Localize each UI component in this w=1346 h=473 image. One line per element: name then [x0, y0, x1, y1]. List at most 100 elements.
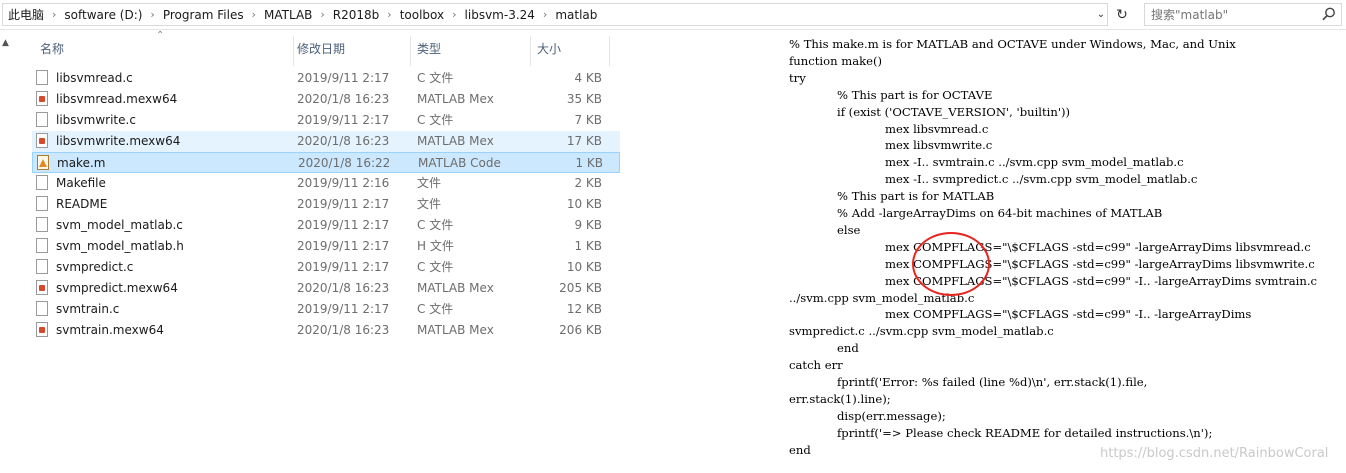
- file-name: libsvmwrite.c: [56, 113, 136, 127]
- code-line: svmpredict.c ../svm.cpp svm_model_matlab…: [789, 324, 1054, 339]
- file-type: C 文件: [417, 71, 454, 85]
- file-size: 1 KB: [575, 156, 603, 170]
- file-size: 2 KB: [574, 176, 602, 190]
- watermark: https://blog.csdn.net/RainbowCoral: [1100, 446, 1329, 461]
- file-row[interactable]: Makefile 2019/9/11 2:16 文件 2 KB: [32, 173, 620, 194]
- c-file-icon: [36, 259, 48, 274]
- file-row[interactable]: libsvmwrite.c 2019/9/11 2:17 C 文件 7 KB: [32, 110, 620, 131]
- file-row[interactable]: svmpredict.c 2019/9/11 2:17 C 文件 10 KB: [32, 257, 620, 278]
- breadcrumb-item[interactable]: Program Files: [158, 8, 249, 22]
- c-file-icon: [36, 301, 48, 316]
- file-name: Makefile: [56, 176, 106, 190]
- file-date: 2019/9/11 2:17: [297, 239, 390, 253]
- scroll-up-arrow-icon[interactable]: ▲: [2, 38, 9, 48]
- file-row[interactable]: README 2019/9/11 2:17 文件 10 KB: [32, 194, 620, 215]
- code-text: % This make.m is for MATLAB and OCTAVE u…: [789, 36, 1346, 473]
- search-box[interactable]: [1144, 3, 1342, 26]
- navigation-pane-scrollbar[interactable]: ▲: [0, 30, 14, 473]
- file-date: 2020/1/8 16:22: [298, 156, 391, 170]
- code-line: mex -I.. svmpredict.c ../svm.cpp svm_mod…: [885, 172, 1198, 187]
- file-size: 10 KB: [566, 260, 602, 274]
- code-line: disp(err.message);: [837, 408, 946, 423]
- file-row[interactable]: svm_model_matlab.c 2019/9/11 2:17 C 文件 9 KB: [32, 215, 620, 236]
- address-bar: 此电脑 › software (D:) › Program Files › MATLAB › R…: [0, 0, 1346, 30]
- file-date: 2019/9/11 2:16: [297, 176, 390, 190]
- code-line: mex libsvmwrite.c: [885, 138, 993, 153]
- file-icon: [36, 175, 48, 190]
- file-size: 7 KB: [574, 113, 602, 127]
- file-size: 205 KB: [559, 281, 602, 295]
- breadcrumb-item[interactable]: matlab: [550, 8, 602, 22]
- file-size: 35 KB: [566, 92, 602, 106]
- file-name: libsvmread.mexw64: [56, 92, 178, 106]
- chevron-right-icon[interactable]: ›: [49, 8, 59, 21]
- file-row[interactable]: libsvmwrite.mexw64 2020/1/8 16:23 MATLAB M…: [32, 131, 620, 152]
- file-date: 2020/1/8 16:23: [297, 323, 390, 337]
- file-type: 文件: [417, 176, 442, 190]
- search-input[interactable]: [1145, 4, 1321, 25]
- chevron-down-icon[interactable]: ⌄: [1093, 4, 1109, 25]
- file-type: 文件: [417, 197, 442, 211]
- file-row[interactable]: make.m 2020/1/8 16:22 MATLAB Code 1 KB: [32, 152, 620, 173]
- chevron-right-icon[interactable]: ›: [249, 8, 259, 21]
- search-icon[interactable]: [1321, 6, 1337, 22]
- file-name: svmpredict.mexw64: [56, 281, 178, 295]
- file-type: H 文件: [417, 239, 454, 253]
- code-line: end: [837, 341, 859, 356]
- file-list: ⌃ 名称 修改日期 类型 大小 libsvmread.c 2019/9/11 2:…: [14, 30, 620, 473]
- code-line: mex COMPFLAGS="\$CFLAGS -std=c99" -I.. -…: [885, 307, 1252, 322]
- breadcrumb-item[interactable]: MATLAB: [259, 8, 317, 22]
- breadcrumb-item[interactable]: libsvm-3.24: [460, 8, 540, 22]
- file-date: 2020/1/8 16:23: [297, 281, 390, 295]
- file-size: 1 KB: [574, 239, 602, 253]
- code-line: err.stack(1).line);: [789, 391, 891, 406]
- file-date: 2019/9/11 2:17: [297, 260, 390, 274]
- code-line: else: [837, 222, 861, 237]
- annotation-circle: [912, 232, 990, 296]
- code-line: % Add -largeArrayDims on 64-bit machines…: [837, 206, 1163, 220]
- file-size: 206 KB: [559, 323, 602, 337]
- file-row[interactable]: svmtrain.c 2019/9/11 2:17 C 文件 12 KB: [32, 299, 620, 320]
- file-name: svm_model_matlab.h: [56, 239, 184, 253]
- chevron-right-icon[interactable]: ›: [317, 8, 327, 21]
- file-date: 2019/9/11 2:17: [297, 302, 390, 316]
- file-size: 10 KB: [566, 197, 602, 211]
- column-type[interactable]: 类型: [409, 36, 531, 66]
- file-type: C 文件: [417, 218, 454, 232]
- file-row[interactable]: libsvmread.c 2019/9/11 2:17 C 文件 4 KB: [32, 68, 620, 89]
- file-date: 2019/9/11 2:17: [297, 113, 390, 127]
- breadcrumb-item[interactable]: R2018b: [328, 8, 385, 22]
- file-row[interactable]: svmtrain.mexw64 2020/1/8 16:23 MATLAB Mex 2…: [32, 320, 620, 341]
- file-type: MATLAB Mex: [417, 92, 494, 106]
- chevron-right-icon[interactable]: ›: [384, 8, 394, 21]
- c-file-icon: [36, 112, 48, 127]
- code-line: % This part is for MATLAB: [837, 189, 995, 204]
- file-type: C 文件: [417, 113, 454, 127]
- breadcrumb-item[interactable]: software (D:): [59, 8, 147, 22]
- column-name[interactable]: 名称: [32, 36, 294, 66]
- code-line: catch err: [789, 358, 843, 373]
- file-size: 9 KB: [574, 218, 602, 232]
- file-name: README: [56, 197, 108, 211]
- breadcrumb[interactable]: 此电脑 › software (D:) › Program Files › MATLAB › R…: [2, 3, 1108, 26]
- breadcrumb-item[interactable]: 此电脑: [3, 6, 49, 23]
- c-file-icon: [36, 217, 48, 232]
- file-date: 2020/1/8 16:23: [297, 92, 390, 106]
- file-icon: [36, 196, 48, 211]
- file-size: 12 KB: [566, 302, 602, 316]
- file-row[interactable]: svm_model_matlab.h 2019/9/11 2:17 H 文件 1 KB: [32, 236, 620, 257]
- file-type: MATLAB Code: [418, 156, 501, 170]
- c-file-icon: [36, 70, 48, 85]
- file-row[interactable]: libsvmread.mexw64 2020/1/8 16:23 MATLAB Me…: [32, 89, 620, 110]
- chevron-right-icon[interactable]: ›: [147, 8, 157, 21]
- chevron-right-icon[interactable]: ›: [449, 8, 459, 21]
- code-line: % This make.m is for MATLAB and OCTAVE u…: [789, 37, 1236, 51]
- breadcrumb-item[interactable]: toolbox: [395, 8, 449, 22]
- chevron-right-icon[interactable]: ›: [540, 8, 550, 21]
- column-date[interactable]: 修改日期: [289, 36, 411, 66]
- column-size[interactable]: 大小: [529, 36, 610, 66]
- mex-file-icon: [36, 133, 48, 148]
- column-header: ⌃ 名称 修改日期 类型 大小: [14, 30, 610, 66]
- refresh-icon[interactable]: ↻: [1112, 4, 1132, 25]
- file-row[interactable]: svmpredict.mexw64 2020/1/8 16:23 MATLAB Me…: [32, 278, 620, 299]
